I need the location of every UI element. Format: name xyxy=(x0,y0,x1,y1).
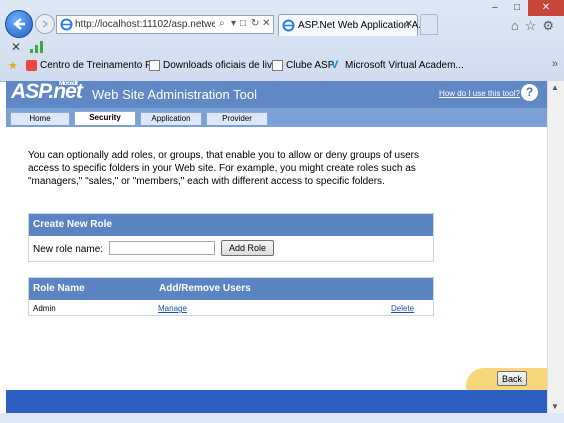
roles-table-header: Role Name Add/Remove Users xyxy=(29,278,433,300)
vertical-scrollbar[interactable]: ▲ ▼ xyxy=(547,81,564,413)
window-controls: – □ ✕ xyxy=(484,0,564,16)
divider xyxy=(6,125,548,127)
forward-arrow-icon[interactable] xyxy=(35,14,55,34)
chevron-right-icon[interactable]: » xyxy=(552,58,558,70)
roles-table: Role Name Add/Remove Users Admin Manage … xyxy=(28,277,434,316)
close-window-icon[interactable]: ✕ xyxy=(528,0,564,16)
favorite-label: Clube ASP xyxy=(286,60,335,71)
favorite-link-4[interactable]: V Microsoft Virtual Academ... xyxy=(331,59,464,72)
favorite-link-2[interactable]: Downloads oficiais de livr... xyxy=(149,60,283,71)
new-tab-button[interactable] xyxy=(420,14,438,35)
favorite-label: Microsoft Virtual Academ... xyxy=(345,60,464,71)
gear-icon[interactable]: ⚙ xyxy=(542,18,554,34)
delete-link[interactable]: Delete xyxy=(391,304,414,313)
signal-bars-icon xyxy=(30,41,43,53)
page-icon xyxy=(272,60,283,71)
ie-page-icon xyxy=(60,18,73,31)
back-arrow-icon[interactable] xyxy=(5,10,33,38)
column-add-remove-users: Add/Remove Users xyxy=(159,283,251,294)
tab-application[interactable]: Application xyxy=(140,112,202,125)
create-role-panel: Create New Role New role name: Add Role xyxy=(28,213,434,262)
table-row: Admin Manage Delete xyxy=(29,300,433,315)
favorite-link-3[interactable]: Clube ASP xyxy=(272,60,334,71)
web-page: ASP.net Microsoft Web Site Administratio… xyxy=(6,81,548,413)
new-role-label: New role name: xyxy=(33,244,104,255)
create-role-header: Create New Role xyxy=(29,214,433,236)
window-bottom-border xyxy=(0,413,564,423)
home-icon[interactable]: ⌂ xyxy=(511,18,519,34)
favorite-label: Downloads oficiais de livr... xyxy=(163,60,284,71)
minimize-icon[interactable]: – xyxy=(484,0,506,16)
dropdown-icon[interactable]: ▾ xyxy=(231,18,236,29)
scroll-up-icon[interactable]: ▲ xyxy=(551,83,559,92)
browser-tab-active[interactable]: ASP.Net Web Application A... ✕ xyxy=(278,14,427,36)
scroll-down-icon[interactable]: ▼ xyxy=(551,402,559,411)
aspnet-logo: ASP.net Microsoft xyxy=(11,81,83,103)
compat-view-icon[interactable]: □ xyxy=(240,18,246,29)
close-bar-icon[interactable]: ✕ xyxy=(11,40,21,54)
add-role-button[interactable]: Add Role xyxy=(221,240,274,256)
site-title: Web Site Administration Tool xyxy=(92,87,257,102)
help-icon[interactable]: ? xyxy=(521,84,538,101)
tab-home[interactable]: Home xyxy=(10,112,70,125)
site-tab-strip: Home Security Application Provider xyxy=(6,108,548,125)
tab-provider[interactable]: Provider xyxy=(206,112,268,125)
manage-link[interactable]: Manage xyxy=(158,304,187,313)
favorites-bar: ★ Centro de Treinamento P... Downloads o… xyxy=(0,57,564,77)
favorites-star-icon[interactable]: ☆ xyxy=(525,18,537,34)
stop-icon[interactable]: ✕ xyxy=(262,18,270,29)
site-header: ASP.net Microsoft Web Site Administratio… xyxy=(6,81,548,108)
favorite-link-1[interactable]: Centro de Treinamento P... xyxy=(26,60,159,71)
refresh-icon[interactable]: ↻ xyxy=(251,18,259,29)
page-icon xyxy=(149,60,160,71)
browser-chrome: http://localhost:11102/asp.netwebadm ⌕ ▾… xyxy=(0,0,564,82)
help-link[interactable]: How do I use this tool? xyxy=(439,89,520,98)
footer-bar xyxy=(6,390,548,413)
role-name-cell: Admin xyxy=(33,304,56,313)
intro-text: You can optionally add roles, or groups,… xyxy=(28,150,419,187)
favicon-icon xyxy=(26,60,37,71)
role-name-input[interactable] xyxy=(109,241,215,255)
search-icon[interactable]: ⌕ xyxy=(219,18,225,29)
browser-tools: ⌂ ☆ ⚙ xyxy=(511,18,554,34)
address-url: http://localhost:11102/asp.netwebadm xyxy=(75,19,215,30)
favorite-label: Centro de Treinamento P... xyxy=(40,60,159,71)
tab-security[interactable]: Security xyxy=(74,111,136,125)
command-row: ✕ xyxy=(0,38,564,56)
back-button[interactable]: Back xyxy=(497,371,527,386)
close-tab-icon[interactable]: ✕ xyxy=(405,19,413,30)
favorites-add-icon[interactable]: ★ xyxy=(8,61,19,72)
maximize-icon[interactable]: □ xyxy=(506,0,528,16)
column-role-name: Role Name xyxy=(33,283,85,294)
ie-tab-icon xyxy=(282,19,295,32)
mva-logo-icon: V xyxy=(331,59,339,71)
address-bar[interactable]: http://localhost:11102/asp.netwebadm ⌕ ▾… xyxy=(56,15,274,34)
